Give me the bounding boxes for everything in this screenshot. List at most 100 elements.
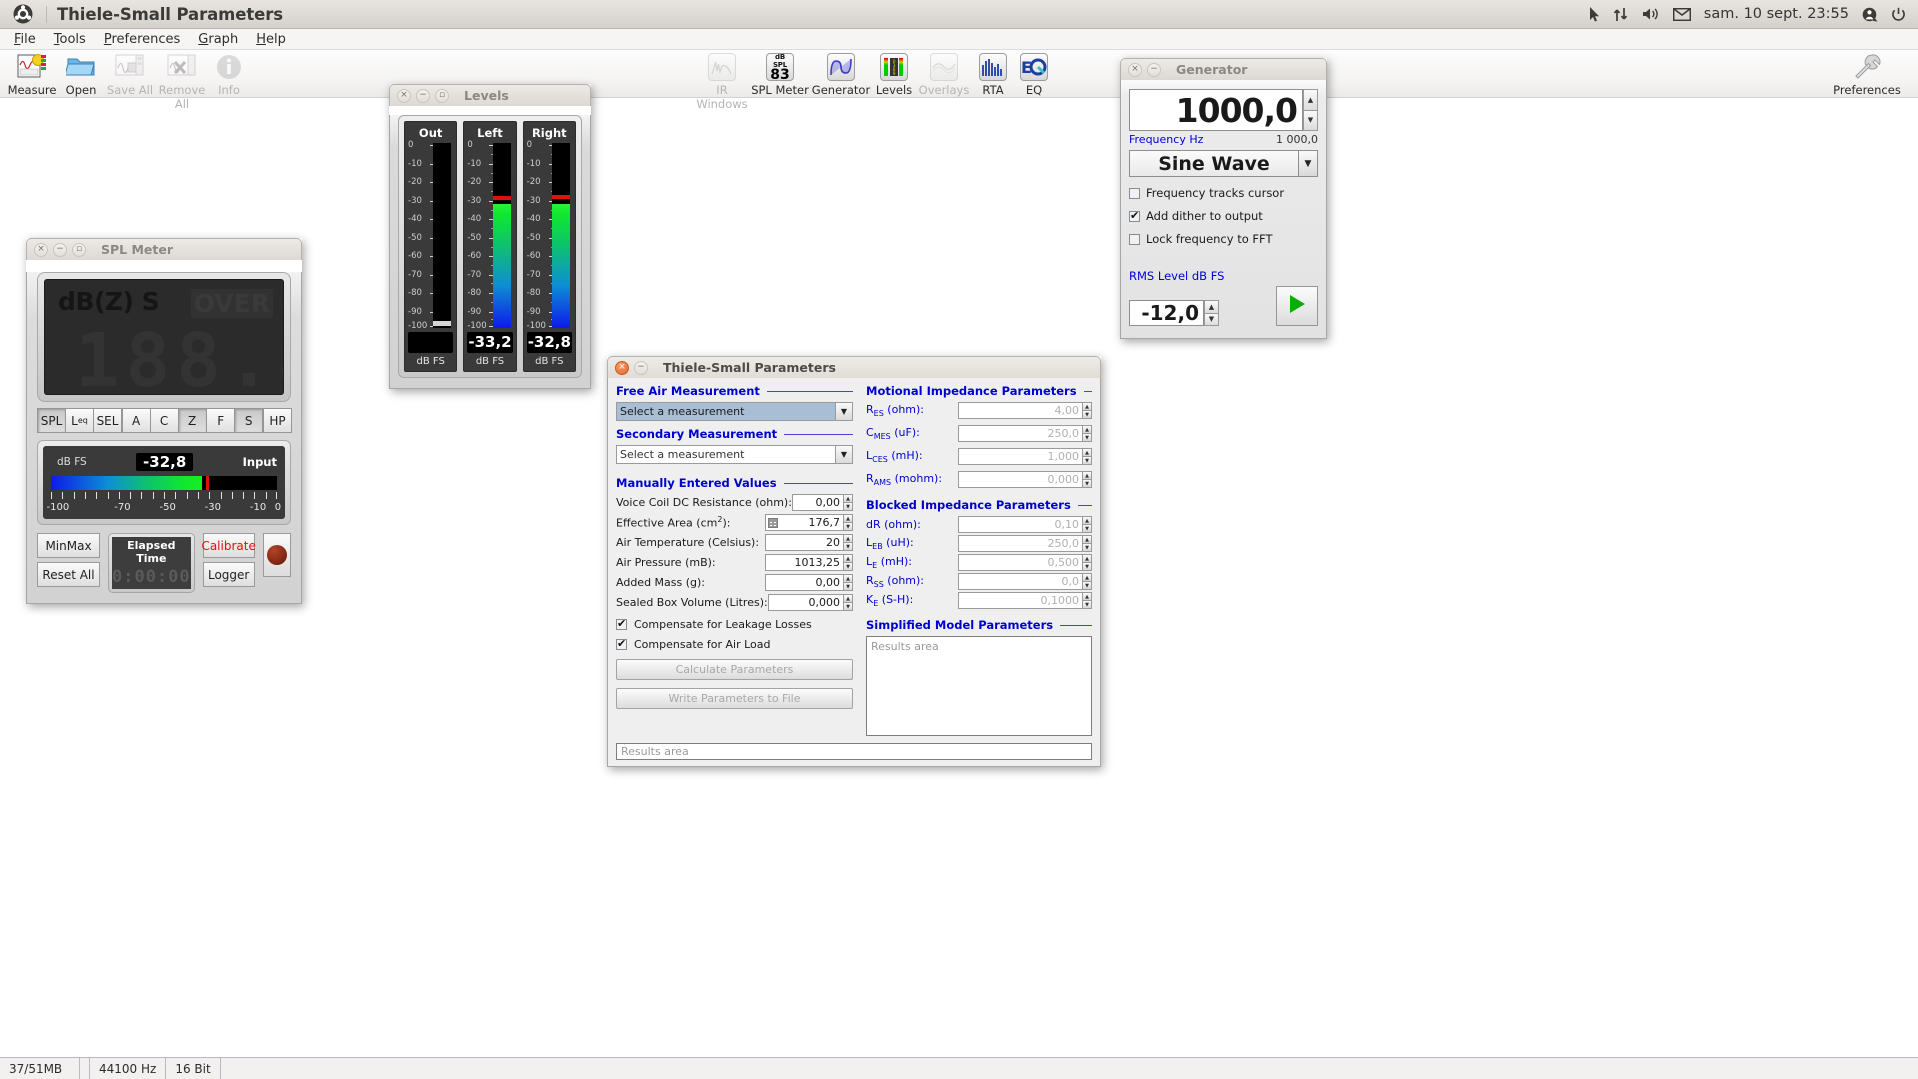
- field-cmes-input[interactable]: 250,0: [958, 425, 1083, 442]
- menu-tools[interactable]: Tools: [45, 30, 95, 49]
- checkbox-lock-fft-box[interactable]: [1129, 233, 1140, 245]
- checkbox-track-cursor-box[interactable]: [1129, 187, 1140, 199]
- chevron-down-icon[interactable]: ▼: [836, 402, 853, 421]
- levels-titlebar[interactable]: × − ▫ Levels: [389, 84, 591, 106]
- rms-spin-down-icon[interactable]: ▼: [1204, 313, 1219, 326]
- spl-mode-sel-button[interactable]: SEL: [93, 408, 122, 433]
- secondary-measurement-select[interactable]: Select a measurement ▼: [616, 445, 853, 464]
- free-air-measurement-select[interactable]: Select a measurement ▼: [616, 402, 853, 421]
- frequency-spin-down-icon[interactable]: ▼: [1303, 110, 1318, 131]
- generator-minimize-button[interactable]: −: [1147, 62, 1161, 77]
- toolbar-info-button[interactable]: Info: [197, 52, 261, 97]
- checkbox-dither-box[interactable]: [1129, 209, 1140, 222]
- field-air-temperature-input[interactable]: 20: [765, 534, 844, 551]
- effective-area-spinner[interactable]: ▲ ▼: [844, 514, 853, 531]
- toolbar-preferences-button[interactable]: Preferences: [1822, 52, 1912, 97]
- generator-waveform-select[interactable]: Sine Wave ▼: [1129, 150, 1318, 177]
- spl-mode-spl-button[interactable]: SPL: [37, 408, 66, 433]
- spl-hp-button[interactable]: HP: [262, 408, 292, 433]
- menu-preferences[interactable]: Preferences: [95, 30, 189, 49]
- thiele-small-titlebar[interactable]: × − Thiele-Small Parameters: [607, 356, 1101, 378]
- free-air-measurement-value[interactable]: Select a measurement: [616, 402, 836, 421]
- rams-spinner[interactable]: ▲ ▼: [1083, 471, 1092, 488]
- generator-frequency-input[interactable]: 1000,0: [1129, 89, 1303, 131]
- power-icon[interactable]: [1891, 7, 1906, 22]
- generator-checkbox-track-cursor[interactable]: Frequency tracks cursor: [1129, 186, 1318, 200]
- toolbar-spl-meter-button[interactable]: dB SPL 83 SPL Meter: [748, 52, 812, 97]
- field-dr-input[interactable]: 0,10: [958, 516, 1083, 533]
- checkbox-air-load-box[interactable]: [616, 637, 627, 650]
- generator-frequency-spinner[interactable]: ▲ ▼: [1303, 89, 1318, 131]
- toolbar-ir-windows-button[interactable]: IR Windows: [690, 52, 754, 111]
- pointer-icon[interactable]: [1589, 6, 1600, 22]
- levels-close-button[interactable]: ×: [397, 88, 411, 103]
- rms-spin-up-icon[interactable]: ▲: [1204, 300, 1219, 314]
- field-rams-input[interactable]: 0,000: [958, 471, 1083, 488]
- spl-close-button[interactable]: ×: [34, 242, 48, 257]
- cmes-spinner[interactable]: ▲ ▼: [1083, 425, 1092, 442]
- rss-spinner[interactable]: ▲ ▼: [1083, 573, 1092, 590]
- added-mass-spinner[interactable]: ▲ ▼: [844, 574, 853, 591]
- user-account-icon[interactable]: [1862, 7, 1878, 22]
- spl-maximize-button[interactable]: ▫: [72, 242, 86, 257]
- thiele-small-minimize-button[interactable]: −: [634, 360, 648, 375]
- checkbox-leakage-losses-box[interactable]: [616, 617, 627, 630]
- checkbox-leakage-losses[interactable]: Compensate for Leakage Losses: [616, 617, 853, 631]
- levels-minimize-button[interactable]: −: [416, 88, 430, 103]
- frequency-spin-up-icon[interactable]: ▲: [1303, 89, 1318, 111]
- air-pressure-spinner[interactable]: ▲ ▼: [844, 554, 853, 571]
- generator-checkbox-lock-fft[interactable]: Lock frequency to FFT: [1129, 232, 1318, 246]
- air-temperature-spinner[interactable]: ▲ ▼: [844, 534, 853, 551]
- spl-record-button[interactable]: [262, 533, 291, 577]
- le-spinner[interactable]: ▲ ▼: [1083, 554, 1092, 571]
- generator-close-button[interactable]: ×: [1128, 62, 1142, 77]
- levels-maximize-button[interactable]: ▫: [435, 88, 449, 103]
- spl-weight-c-button[interactable]: C: [149, 408, 179, 433]
- menu-graph[interactable]: Graph: [189, 30, 247, 49]
- dr-spinner[interactable]: ▲ ▼: [1083, 516, 1092, 533]
- field-lces-input[interactable]: 1,000: [958, 448, 1083, 465]
- ke-spinner[interactable]: ▲ ▼: [1083, 592, 1092, 609]
- field-sealed-box-volume-input[interactable]: 0,000: [767, 594, 844, 611]
- field-rss-input[interactable]: 0,0: [958, 573, 1083, 590]
- network-updown-icon[interactable]: [1613, 7, 1629, 22]
- spl-weight-z-button[interactable]: Z: [177, 408, 207, 433]
- field-air-pressure-input[interactable]: 1013,25: [765, 554, 844, 571]
- calculate-parameters-button[interactable]: Calculate Parameters: [616, 659, 853, 680]
- spl-mode-leq-button[interactable]: Leq: [65, 408, 94, 433]
- chevron-down-icon[interactable]: ▼: [836, 445, 853, 464]
- spl-speed-f-button[interactable]: F: [206, 408, 236, 433]
- field-ke-input[interactable]: 0,1000: [958, 592, 1083, 609]
- spl-logger-button[interactable]: Logger: [202, 562, 255, 587]
- menu-file[interactable]: File: [5, 30, 45, 49]
- field-le-input[interactable]: 0,500: [958, 554, 1083, 571]
- write-parameters-button[interactable]: Write Parameters to File: [616, 688, 853, 709]
- spl-speed-s-button[interactable]: S: [234, 408, 264, 433]
- field-voice-coil-dc-resistance-input[interactable]: 0,00: [791, 494, 844, 511]
- generator-checkbox-dither[interactable]: Add dither to output: [1129, 209, 1318, 223]
- volume-icon[interactable]: [1642, 7, 1660, 21]
- spl-calibrate-button[interactable]: Calibrate: [201, 533, 256, 558]
- toolbar-eq-button[interactable]: E EQ: [1002, 52, 1066, 97]
- tray-clock[interactable]: sam. 10 sept. 23:55: [1704, 6, 1849, 22]
- voice-coil-spinner[interactable]: ▲ ▼: [844, 494, 853, 511]
- envelope-icon[interactable]: [1672, 7, 1691, 21]
- generator-play-button[interactable]: [1276, 286, 1318, 326]
- menu-help[interactable]: Help: [247, 30, 295, 49]
- thiele-small-close-button[interactable]: ×: [615, 360, 629, 375]
- field-leb-input[interactable]: 250,0: [958, 535, 1083, 552]
- simplified-results-area[interactable]: Results area: [866, 636, 1092, 736]
- sealed-box-volume-spinner[interactable]: ▲ ▼: [844, 594, 853, 611]
- spl-weight-a-button[interactable]: A: [121, 408, 151, 433]
- field-res-input[interactable]: 4,00: [958, 402, 1083, 419]
- lces-spinner[interactable]: ▲ ▼: [1083, 448, 1092, 465]
- leb-spinner[interactable]: ▲ ▼: [1083, 535, 1092, 552]
- spl-minimize-button[interactable]: −: [53, 242, 67, 257]
- generator-rms-spinner[interactable]: ▲ ▼: [1204, 300, 1219, 326]
- chevron-down-icon[interactable]: ▼: [1299, 150, 1318, 177]
- res-spinner[interactable]: ▲ ▼: [1083, 402, 1092, 419]
- generator-titlebar[interactable]: × − Generator: [1120, 58, 1327, 80]
- spl-titlebar[interactable]: × − ▫ SPL Meter: [26, 238, 302, 260]
- field-added-mass-input[interactable]: 0,00: [765, 574, 844, 591]
- generator-rms-input[interactable]: -12,0: [1129, 300, 1204, 326]
